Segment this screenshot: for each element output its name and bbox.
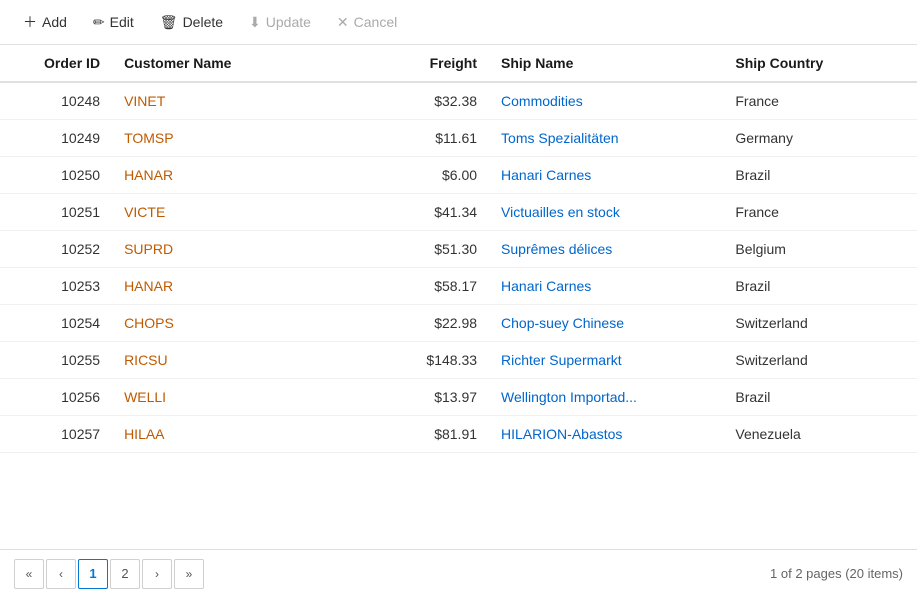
- prev-icon: ‹: [59, 567, 63, 581]
- table-row[interactable]: 10252SUPRD$51.30Suprêmes délicesBelgium: [0, 231, 917, 268]
- cell-freight: $41.34: [387, 194, 489, 231]
- table-row[interactable]: 10256WELLI$13.97Wellington Importad...Br…: [0, 379, 917, 416]
- page-2-button[interactable]: 2: [110, 559, 140, 589]
- table-row[interactable]: 10254CHOPS$22.98Chop-suey ChineseSwitzer…: [0, 305, 917, 342]
- table-row[interactable]: 10248VINET$32.38CommoditiesFrance: [0, 82, 917, 120]
- add-label: Add: [42, 14, 67, 30]
- col-header-shipname: Ship Name: [489, 45, 723, 82]
- delete-label: Delete: [183, 14, 223, 30]
- cell-freight: $13.97: [387, 379, 489, 416]
- col-header-freight: Freight: [387, 45, 489, 82]
- cell-shipname: Victuailles en stock: [489, 194, 723, 231]
- plus-icon: ＋: [23, 15, 37, 29]
- table-row[interactable]: 10255RICSU$148.33Richter SupermarktSwitz…: [0, 342, 917, 379]
- cell-orderid: 10250: [0, 157, 112, 194]
- edit-button[interactable]: ✏ Edit: [82, 8, 145, 36]
- cell-shipname: Hanari Carnes: [489, 157, 723, 194]
- table-row[interactable]: 10253HANAR$58.17Hanari CarnesBrazil: [0, 268, 917, 305]
- col-header-orderid: Order ID: [0, 45, 112, 82]
- last-icon: »: [186, 567, 193, 581]
- cell-custname: CHOPS: [112, 305, 387, 342]
- add-button[interactable]: ＋ Add: [12, 8, 78, 36]
- cell-freight: $11.61: [387, 120, 489, 157]
- cell-orderid: 10256: [0, 379, 112, 416]
- cell-orderid: 10255: [0, 342, 112, 379]
- col-header-shipcountry: Ship Country: [723, 45, 917, 82]
- cell-shipcountry: France: [723, 82, 917, 120]
- cell-shipcountry: Belgium: [723, 231, 917, 268]
- cell-orderid: 10252: [0, 231, 112, 268]
- cell-shipcountry: Brazil: [723, 157, 917, 194]
- table-row[interactable]: 10257HILAA$81.91HILARION-AbastosVenezuel…: [0, 416, 917, 453]
- update-label: Update: [266, 14, 311, 30]
- cell-shipcountry: Germany: [723, 120, 917, 157]
- cell-shipcountry: Switzerland: [723, 305, 917, 342]
- cell-custname: RICSU: [112, 342, 387, 379]
- cell-freight: $6.00: [387, 157, 489, 194]
- cell-shipname: Suprêmes délices: [489, 231, 723, 268]
- cell-freight: $22.98: [387, 305, 489, 342]
- orders-table: Order ID Customer Name Freight Ship Name…: [0, 45, 917, 453]
- cancel-button[interactable]: ✕ Cancel: [326, 8, 408, 36]
- cell-orderid: 10254: [0, 305, 112, 342]
- page-next-button[interactable]: ›: [142, 559, 172, 589]
- cell-shipname: Wellington Importad...: [489, 379, 723, 416]
- delete-button[interactable]: 🗑 Delete: [149, 8, 234, 36]
- pagination-bar: « ‹ 1 2 › » 1 of 2 pages (20 items): [0, 549, 917, 597]
- cell-shipcountry: France: [723, 194, 917, 231]
- page-first-button[interactable]: «: [14, 559, 44, 589]
- cell-shipcountry: Brazil: [723, 379, 917, 416]
- table-row[interactable]: 10250HANAR$6.00Hanari CarnesBrazil: [0, 157, 917, 194]
- cell-shipcountry: Switzerland: [723, 342, 917, 379]
- cell-freight: $58.17: [387, 268, 489, 305]
- table-container: Order ID Customer Name Freight Ship Name…: [0, 45, 917, 549]
- cell-orderid: 10248: [0, 82, 112, 120]
- cell-shipname: Chop-suey Chinese: [489, 305, 723, 342]
- cell-custname: HILAA: [112, 416, 387, 453]
- cell-shipcountry: Brazil: [723, 268, 917, 305]
- cancel-icon: ✕: [337, 15, 349, 29]
- cell-shipname: Richter Supermarkt: [489, 342, 723, 379]
- cell-freight: $81.91: [387, 416, 489, 453]
- table-header: Order ID Customer Name Freight Ship Name…: [0, 45, 917, 82]
- table-body: 10248VINET$32.38CommoditiesFrance10249TO…: [0, 82, 917, 453]
- page-last-button[interactable]: »: [174, 559, 204, 589]
- cell-custname: HANAR: [112, 157, 387, 194]
- cell-freight: $32.38: [387, 82, 489, 120]
- cell-shipname: HILARION-Abastos: [489, 416, 723, 453]
- cell-orderid: 10253: [0, 268, 112, 305]
- cell-custname: SUPRD: [112, 231, 387, 268]
- cell-shipname: Toms Spezialitäten: [489, 120, 723, 157]
- cell-freight: $51.30: [387, 231, 489, 268]
- edit-icon: ✏: [93, 15, 105, 29]
- page-info: 1 of 2 pages (20 items): [770, 566, 903, 581]
- page-prev-button[interactable]: ‹: [46, 559, 76, 589]
- cancel-label: Cancel: [354, 14, 398, 30]
- trash-icon: 🗑: [160, 15, 178, 29]
- table-row[interactable]: 10251VICTE$41.34Victuailles en stockFran…: [0, 194, 917, 231]
- page-nav: « ‹ 1 2 › »: [14, 559, 204, 589]
- cell-freight: $148.33: [387, 342, 489, 379]
- cell-custname: VINET: [112, 82, 387, 120]
- table-row[interactable]: 10249TOMSP$11.61Toms SpezialitätenGerman…: [0, 120, 917, 157]
- update-icon: ⬇: [249, 15, 261, 29]
- cell-orderid: 10251: [0, 194, 112, 231]
- cell-shipname: Hanari Carnes: [489, 268, 723, 305]
- cell-custname: WELLI: [112, 379, 387, 416]
- edit-label: Edit: [110, 14, 134, 30]
- first-icon: «: [26, 567, 33, 581]
- cell-shipcountry: Venezuela: [723, 416, 917, 453]
- cell-shipname: Commodities: [489, 82, 723, 120]
- next-icon: ›: [155, 567, 159, 581]
- cell-custname: TOMSP: [112, 120, 387, 157]
- cell-orderid: 10249: [0, 120, 112, 157]
- toolbar: ＋ Add ✏ Edit 🗑 Delete ⬇ Update ✕ Cancel: [0, 0, 917, 45]
- cell-custname: HANAR: [112, 268, 387, 305]
- cell-custname: VICTE: [112, 194, 387, 231]
- page-1-button[interactable]: 1: [78, 559, 108, 589]
- table-scroll[interactable]: Order ID Customer Name Freight Ship Name…: [0, 45, 917, 549]
- col-header-custname: Customer Name: [112, 45, 387, 82]
- update-button[interactable]: ⬇ Update: [238, 8, 322, 36]
- cell-orderid: 10257: [0, 416, 112, 453]
